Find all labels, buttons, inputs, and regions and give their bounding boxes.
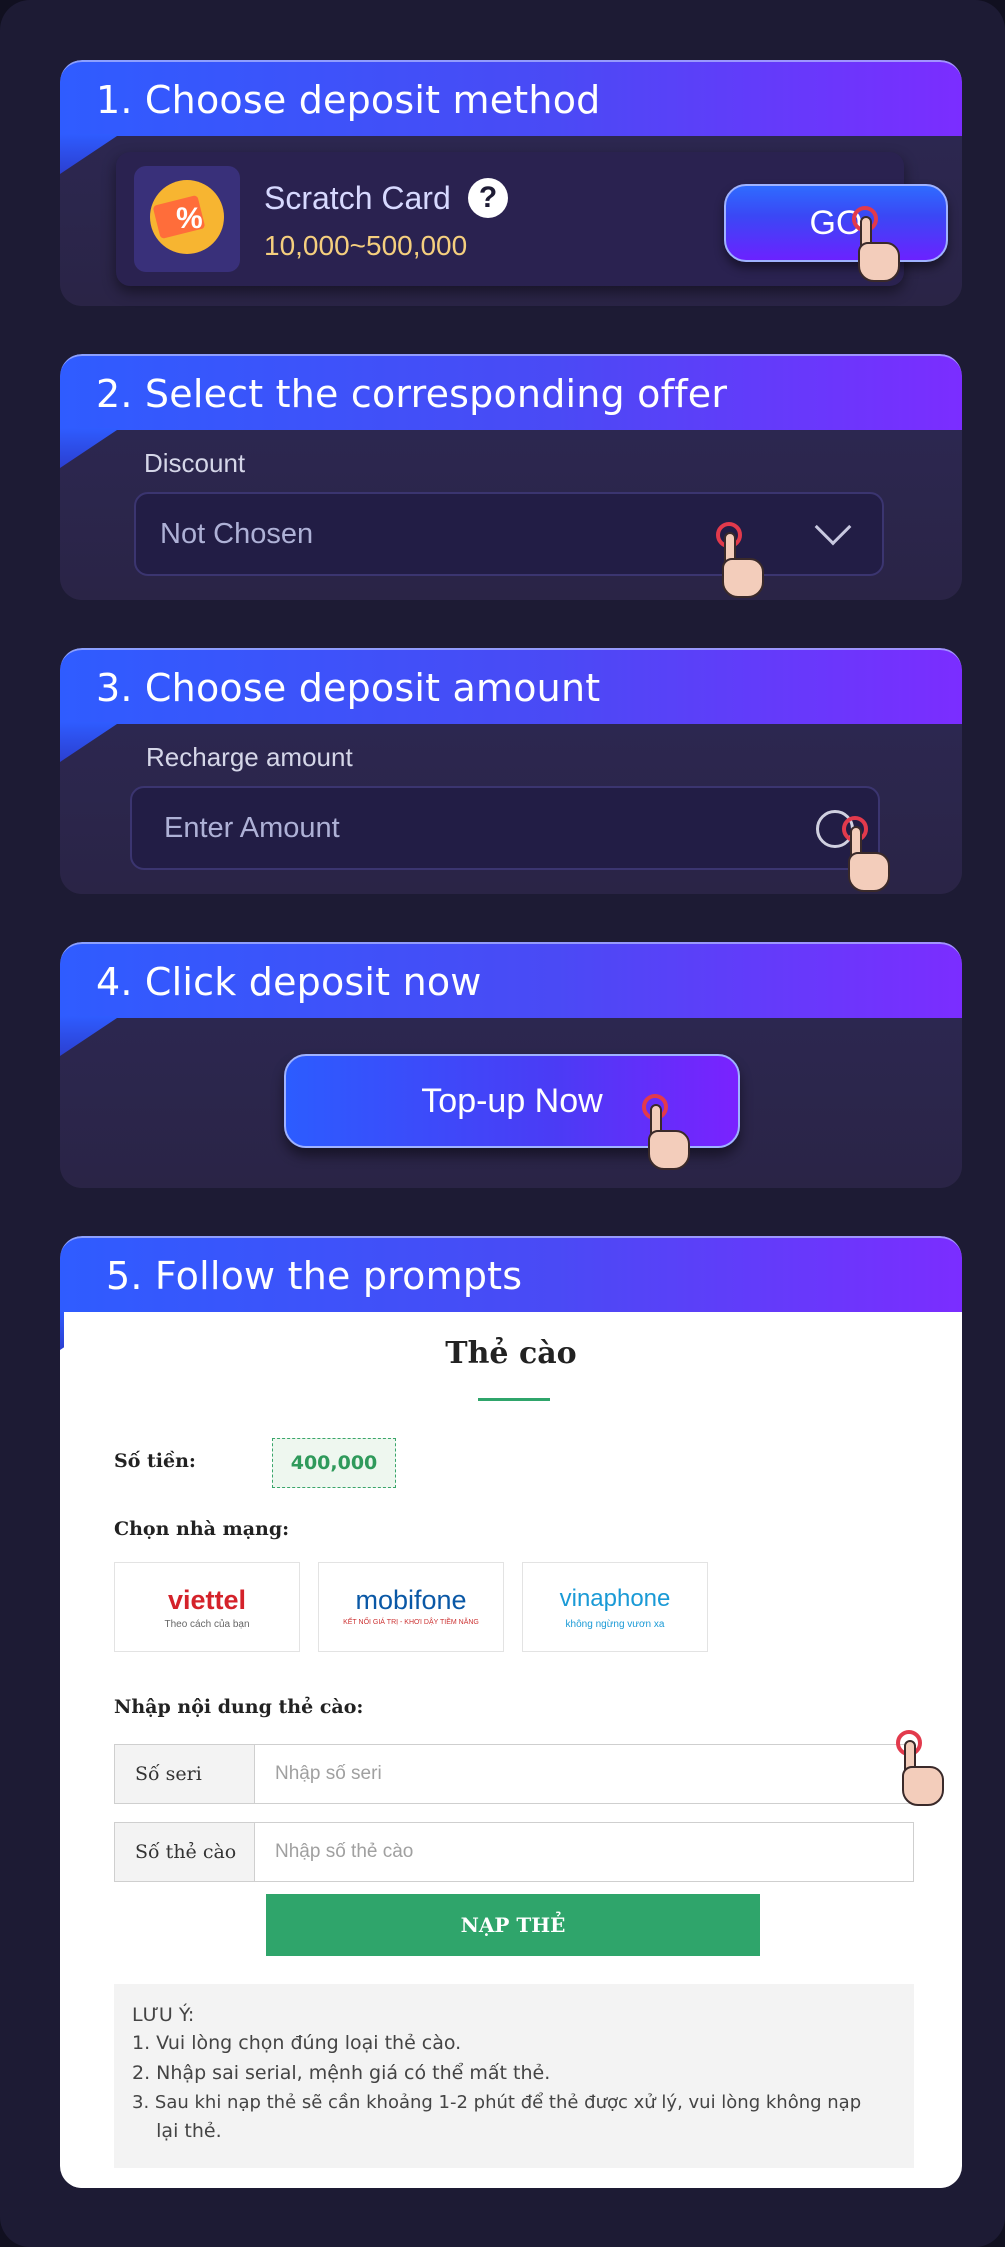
serial-tag: Số seri [115, 1745, 255, 1803]
note-line: lại thẻ. [132, 2120, 222, 2142]
carrier-mobifone[interactable]: mobifone KẾT NỐI GIÁ TRỊ - KHƠI DẬY TIỀM… [318, 1562, 504, 1652]
pointer-hand-icon [642, 1094, 702, 1174]
serial-placeholder: Nhập số seri [275, 1763, 382, 1784]
step-title-2: 2. Select the corresponding offer [96, 372, 728, 416]
recharge-amount-label: Recharge amount [146, 742, 353, 772]
step-title-4: 4. Click deposit now [96, 960, 482, 1004]
pointer-hand-icon [716, 522, 776, 602]
step-title-1: 1. Choose deposit method [96, 78, 601, 122]
amount-input[interactable]: Enter Amount [130, 786, 880, 870]
chevron-down-icon [814, 508, 852, 546]
step-header-5: 5. Follow the prompts [60, 1236, 962, 1312]
go-button[interactable]: GO [724, 184, 948, 262]
note-line: 3. Sau khi nạp thẻ sẽ cần khoảng 1-2 phú… [132, 2092, 862, 2113]
serial-field[interactable]: Số seri Nhập số seri [114, 1744, 914, 1804]
amount-value: 400,000 [272, 1438, 396, 1488]
method-icon-box: % [134, 166, 240, 272]
note-line: 1. Vui lòng chọn đúng loại thẻ cào. [132, 2032, 462, 2054]
note-line: 2. Nhập sai serial, mệnh giá có thể mất … [132, 2062, 551, 2084]
step-title-3: 3. Choose deposit amount [96, 666, 601, 710]
pointer-hand-icon [896, 1730, 956, 1810]
discount-label: Discount [144, 448, 246, 478]
submit-card-button[interactable]: NẠP THẺ [266, 1894, 760, 1956]
step-header-1: 1. Choose deposit method [60, 60, 962, 136]
amount-placeholder: Enter Amount [164, 812, 340, 844]
discount-value: Not Chosen [160, 518, 314, 550]
ticket-percent-icon: % [150, 180, 224, 254]
pointer-hand-icon [842, 816, 902, 896]
card-number-tag: Số thẻ cào [115, 1823, 255, 1881]
step-card-3: 3. Choose deposit amount Recharge amount… [60, 648, 962, 894]
step-card-5: 5. Follow the prompts Thẻ cào Số tiền: 4… [60, 1236, 962, 2188]
app-frame: 1. Choose deposit method % Scratch Card … [0, 0, 1005, 2247]
card-number-placeholder: Nhập số thẻ cào [275, 1841, 414, 1862]
step-header-3: 3. Choose deposit amount [60, 648, 962, 724]
note-heading: LƯU Ý: [132, 2004, 195, 2026]
method-range: 10,000~500,000 [264, 230, 468, 261]
card-number-field[interactable]: Số thẻ cào Nhập số thẻ cào [114, 1822, 914, 1882]
help-icon[interactable]: ? [468, 178, 508, 218]
step-header-4: 4. Click deposit now [60, 942, 962, 1018]
form-title: Thẻ cào [445, 1336, 577, 1371]
content-label: Nhập nội dung thẻ cào: [114, 1696, 364, 1718]
step-title-5: 5. Follow the prompts [106, 1254, 523, 1298]
method-name: Scratch Card [264, 180, 451, 216]
carrier-vinaphone[interactable]: vinaphone không ngừng vươn xa [522, 1562, 708, 1652]
carrier-label: Chọn nhà mạng: [114, 1518, 290, 1540]
notes-box: LƯU Ý: 1. Vui lòng chọn đúng loại thẻ cà… [114, 1984, 914, 2168]
carrier-viettel[interactable]: viettel Theo cách của bạn [114, 1562, 300, 1652]
deposit-method-row[interactable]: % Scratch Card ? 10,000~500,000 GO [116, 152, 948, 286]
scratch-card-form: Thẻ cào Số tiền: 400,000 Chọn nhà mạng: … [64, 1312, 958, 2188]
pointer-hand-icon [852, 206, 912, 286]
step-header-2: 2. Select the corresponding offer [60, 354, 962, 430]
step-card-2: 2. Select the corresponding offer Discou… [60, 354, 962, 600]
amount-label: Số tiền: [114, 1450, 196, 1472]
